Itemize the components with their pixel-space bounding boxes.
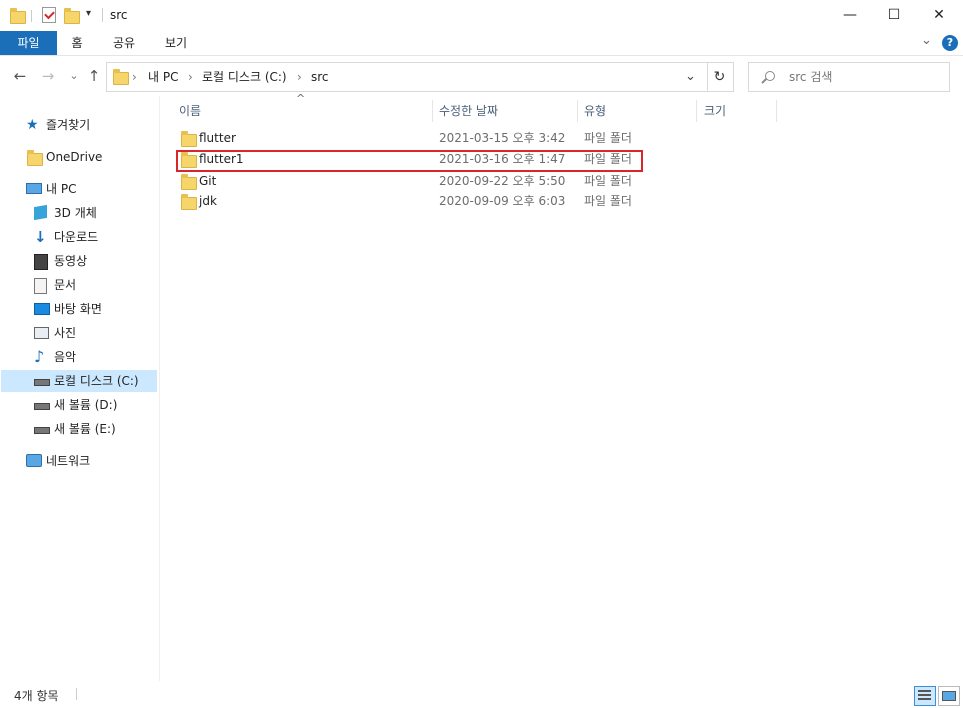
breadcrumb-separator[interactable]: › [188, 63, 193, 91]
ribbon-tabs: 파일 홈 공유 보기 ⌄ ? [0, 31, 963, 56]
help-icon[interactable]: ? [942, 35, 958, 51]
search-icon [761, 71, 775, 84]
breadcrumb-src[interactable]: src [311, 63, 329, 91]
breadcrumb-separator[interactable]: › [132, 63, 137, 91]
tab-file[interactable]: 파일 [0, 31, 57, 55]
address-dropdown-icon[interactable]: ⌄ [685, 63, 696, 91]
title-bar: ▾ src — ☐ ✕ [0, 0, 963, 31]
search-input[interactable]: src 검색 [748, 62, 950, 92]
tab-share[interactable]: 공유 [106, 31, 142, 55]
folder-icon[interactable] [10, 8, 26, 24]
tab-home[interactable]: 홈 [62, 31, 92, 55]
folder-icon [181, 194, 197, 210]
file-type: 파일 폴더 [584, 131, 632, 145]
file-name: jdk [199, 194, 217, 208]
breadcrumb-this-pc[interactable]: 내 PC [148, 63, 178, 91]
folder-icon [113, 69, 129, 85]
file-name: flutter [199, 131, 236, 145]
properties-icon[interactable] [42, 7, 56, 23]
column-header-date[interactable]: 수정한 날짜 [439, 100, 498, 122]
star-icon: ★ [26, 117, 39, 133]
column-separator[interactable] [577, 100, 578, 122]
sidebar-item-label: 새 볼륨 (D:) [54, 398, 118, 412]
search-placeholder: src 검색 [789, 70, 833, 84]
column-separator[interactable] [776, 100, 777, 122]
sidebar-item-label: 네트워크 [46, 454, 91, 468]
item-count: 4개 항목 [14, 689, 59, 703]
drive-icon [34, 403, 50, 410]
recent-locations-button[interactable]: ⌄ [64, 64, 84, 88]
column-header-type[interactable]: 유형 [584, 100, 606, 122]
highlight-box [176, 150, 643, 172]
file-date: 2020-09-22 오후 5:50 [439, 174, 566, 188]
sidebar-item-label: 음악 [54, 350, 77, 364]
sidebar-item-label: 다운로드 [54, 230, 99, 244]
up-button[interactable]: ↑ [84, 64, 104, 88]
status-bar: 4개 항목 [0, 681, 963, 708]
column-header-name[interactable]: 이름 [179, 100, 201, 122]
download-icon: ↓ [34, 228, 47, 246]
sidebar-item-label: 새 볼륨 (E:) [54, 422, 116, 436]
column-separator[interactable] [432, 100, 433, 122]
sidebar-item-label: 문서 [54, 278, 77, 292]
file-row-jdk[interactable]: jdk 2020-09-09 오후 6:03 파일 폴더 [0, 191, 963, 212]
sidebar-item-label: 바탕 화면 [54, 302, 102, 316]
customize-quick-access-icon[interactable]: ▾ [86, 8, 91, 19]
desktop-icon [34, 303, 50, 315]
sidebar-item-label: 사진 [54, 326, 77, 340]
divider [76, 688, 77, 700]
folder-icon [181, 174, 197, 190]
address-bar[interactable]: › 내 PC › 로컬 디스크 (C:) › src ⌄ [106, 62, 708, 92]
network-icon [26, 454, 42, 467]
file-date: 2021-03-15 오후 3:42 [439, 131, 566, 145]
expand-ribbon-icon[interactable]: ⌄ [921, 33, 932, 48]
file-type: 파일 폴더 [584, 194, 632, 208]
close-button[interactable]: ✕ [916, 0, 962, 31]
sort-indicator-icon: ^ [296, 92, 306, 105]
tab-view[interactable]: 보기 [158, 31, 194, 55]
new-folder-icon[interactable] [64, 8, 80, 24]
details-view-button[interactable] [914, 686, 936, 706]
file-row-git[interactable]: Git 2020-09-22 오후 5:50 파일 폴더 [0, 171, 963, 192]
sidebar-item-label: 로컬 디스크 (C:) [54, 374, 139, 388]
drive-icon [34, 427, 50, 434]
breadcrumb-separator[interactable]: › [297, 63, 302, 91]
back-button[interactable]: ← [10, 64, 30, 88]
column-separator[interactable] [696, 100, 697, 122]
large-icons-view-button[interactable] [938, 686, 960, 706]
file-date: 2020-09-09 오후 6:03 [439, 194, 566, 208]
file-name: Git [199, 174, 217, 188]
refresh-button[interactable]: ↻ [706, 62, 734, 92]
document-icon [34, 278, 47, 294]
window-title: src [110, 8, 128, 22]
drive-icon [34, 379, 50, 386]
divider [31, 10, 32, 22]
picture-icon [34, 327, 49, 339]
maximize-button[interactable]: ☐ [871, 0, 917, 31]
music-icon: ♪ [34, 347, 45, 366]
minimize-button[interactable]: — [827, 0, 873, 31]
divider [102, 8, 103, 22]
file-row-flutter[interactable]: flutter 2021-03-15 오후 3:42 파일 폴더 [0, 128, 963, 149]
forward-button[interactable]: → [38, 64, 58, 88]
file-type: 파일 폴더 [584, 174, 632, 188]
breadcrumb-local-disk[interactable]: 로컬 디스크 (C:) [202, 63, 287, 91]
column-header-size[interactable]: 크기 [704, 100, 726, 122]
video-icon [34, 254, 48, 270]
folder-icon [181, 131, 197, 147]
sidebar-item-label: 동영상 [54, 254, 88, 268]
